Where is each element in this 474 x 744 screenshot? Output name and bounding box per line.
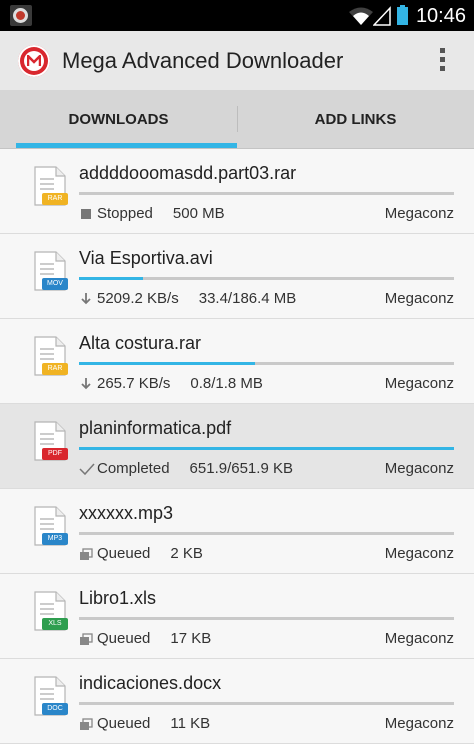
mega-m-glyph-icon	[27, 55, 41, 66]
status-bar: 10:46	[0, 0, 474, 31]
host-name: Megaconz	[384, 545, 454, 562]
download-item[interactable]: DOC indicaciones.docx Queued 11 KB Megac…	[0, 659, 474, 744]
download-item[interactable]: PDF planinformatica.pdf Completed 651.9/…	[0, 404, 474, 489]
queue-icon	[79, 632, 93, 646]
status-text: Queued	[97, 630, 151, 647]
file-name: Libro1.xls	[79, 588, 157, 608]
file-type-badge: PDF	[42, 448, 68, 460]
progress-bar	[79, 192, 454, 195]
clock: 10:46	[415, 5, 466, 27]
status-row: Queued 2 KB	[79, 545, 203, 562]
download-arrow-icon	[79, 292, 93, 306]
download-item[interactable]: MOV Via Esportiva.avi 5209.2 KB/s 33.4/1…	[0, 234, 474, 319]
file-name: Alta costura.rar	[79, 333, 202, 353]
file-name: xxxxxx.mp3	[79, 503, 174, 523]
progress-bar	[79, 277, 454, 280]
host-name: Megaconz	[384, 460, 454, 477]
progress-bar	[79, 362, 454, 365]
progress-bar	[79, 447, 454, 450]
tab-add-links[interactable]: ADD LINKS	[237, 90, 474, 148]
status-row: Queued 17 KB	[79, 630, 211, 647]
progress-bar	[79, 532, 454, 535]
size-text: 651.9/651.9 KB	[189, 460, 293, 477]
mega-logo-icon	[18, 45, 50, 77]
queue-icon	[79, 547, 93, 561]
check-icon	[79, 462, 95, 476]
size-text: 33.4/186.4 MB	[198, 290, 297, 307]
tab-downloads[interactable]: DOWNLOADS	[0, 90, 237, 148]
size-text: 0.8/1.8 MB	[190, 375, 263, 392]
file-type-badge: MP3	[42, 533, 68, 545]
status-text: 265.7 KB/s	[97, 375, 171, 392]
file-name: planinformatica.pdf	[79, 418, 232, 438]
download-arrow-icon	[79, 377, 93, 391]
tab-selected-indicator	[16, 143, 237, 148]
download-item[interactable]: XLS Libro1.xls Queued 17 KB Megaconz	[0, 574, 474, 659]
file-type-badge: MOV	[42, 278, 68, 290]
download-item[interactable]: MP3 xxxxxx.mp3 Queued 2 KB Megaconz	[0, 489, 474, 574]
size-text: 500 MB	[172, 205, 225, 222]
file-type-badge: RAR	[42, 363, 68, 375]
status-text: Queued	[97, 545, 151, 562]
status-text: Stopped	[97, 205, 153, 222]
downloads-list: RAR addddooomasdd.part03.rar Stopped 500…	[0, 149, 474, 744]
status-row: Completed 651.9/651.9 KB	[79, 460, 293, 477]
size-text: 11 KB	[170, 715, 211, 732]
battery-icon	[397, 5, 408, 25]
status-row: Stopped 500 MB	[79, 205, 225, 222]
file-type-badge: RAR	[42, 193, 68, 205]
file-type-badge: DOC	[42, 703, 68, 715]
file-type-badge: XLS	[42, 618, 68, 630]
signal-icon	[373, 6, 391, 26]
host-name: Megaconz	[384, 290, 454, 307]
stop-icon	[79, 207, 93, 221]
action-bar: Mega Advanced Downloader	[0, 31, 474, 90]
progress-bar	[79, 617, 454, 620]
status-text: 5209.2 KB/s	[97, 290, 179, 307]
host-name: Megaconz	[384, 630, 454, 647]
status-row: 265.7 KB/s 0.8/1.8 MB	[79, 375, 263, 392]
status-text: Queued	[97, 715, 151, 732]
progress-bar	[79, 702, 454, 705]
host-name: Megaconz	[384, 715, 454, 732]
tab-bar: DOWNLOADS ADD LINKS	[0, 90, 474, 149]
host-name: Megaconz	[384, 205, 454, 222]
wifi-icon	[349, 7, 373, 25]
overflow-menu-icon[interactable]	[440, 48, 446, 74]
file-name: Via Esportiva.avi	[79, 248, 213, 268]
host-name: Megaconz	[384, 375, 454, 392]
app-title: Mega Advanced Downloader	[62, 48, 344, 73]
status-row: Queued 11 KB	[79, 715, 210, 732]
file-name: addddooomasdd.part03.rar	[79, 163, 297, 183]
file-name: indicaciones.docx	[79, 673, 222, 693]
size-text: 2 KB	[170, 545, 203, 562]
size-text: 17 KB	[170, 630, 212, 647]
status-text: Completed	[97, 460, 170, 477]
download-item[interactable]: RAR Alta costura.rar 265.7 KB/s 0.8/1.8 …	[0, 319, 474, 404]
queue-icon	[79, 717, 93, 731]
mega-notification-icon	[10, 5, 32, 26]
download-item[interactable]: RAR addddooomasdd.part03.rar Stopped 500…	[0, 149, 474, 234]
status-row: 5209.2 KB/s 33.4/186.4 MB	[79, 290, 296, 307]
